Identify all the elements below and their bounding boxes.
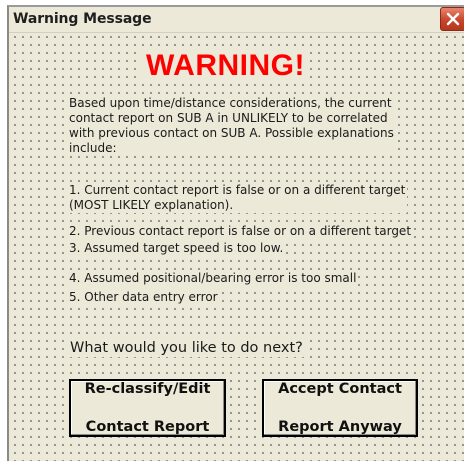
close-button[interactable] (440, 7, 464, 31)
button-label-line: Report Anyway (278, 418, 402, 435)
button-label-line: Contact Report (85, 418, 210, 435)
explanation-line: 4. Assumed positional/bearing error is t… (69, 271, 357, 285)
intro-line: include: (69, 141, 117, 155)
button-label-line: Re-classify/Edit (84, 380, 211, 397)
explanation-item-1: 1. Current contact report is false or on… (67, 183, 408, 213)
warning-heading: WARNING! (142, 49, 309, 83)
explanation-line: 5. Other data entry error (69, 290, 218, 304)
explanation-line: 2. Previous contact report is false or o… (69, 224, 412, 238)
explanation-line: 3. Assumed target speed is too low. (69, 241, 284, 255)
intro-line: contact report on SUB A in UNLIKELY to b… (69, 111, 388, 125)
button-label-line: Accept Contact (278, 380, 402, 397)
explanation-line: (MOST LIKELY explanation). (69, 198, 234, 212)
explanation-item-2: 2. Previous contact report is false or o… (67, 224, 414, 239)
window-title: Warning Message (13, 11, 152, 27)
explanation-item-3: 3. Assumed target speed is too low. (67, 241, 286, 256)
intro-line: with previous contact on SUB A. Possible… (69, 126, 394, 140)
close-x-icon (446, 12, 460, 26)
explanation-item-4: 4. Assumed positional/bearing error is t… (67, 271, 359, 286)
next-action-question: What would you like to do next? (68, 339, 305, 357)
title-bar[interactable]: Warning Message (9, 7, 464, 33)
explanation-line: 1. Current contact report is false or on… (69, 183, 406, 197)
explanation-item-5: 5. Other data entry error (67, 290, 220, 305)
accept-contact-button[interactable]: Accept Contact Report Anyway (262, 379, 418, 437)
intro-line: Based upon time/distance considerations,… (69, 96, 392, 110)
reclassify-edit-button[interactable]: Re-classify/Edit Contact Report (69, 379, 226, 437)
intro-text: Based upon time/distance considerations,… (67, 96, 396, 156)
